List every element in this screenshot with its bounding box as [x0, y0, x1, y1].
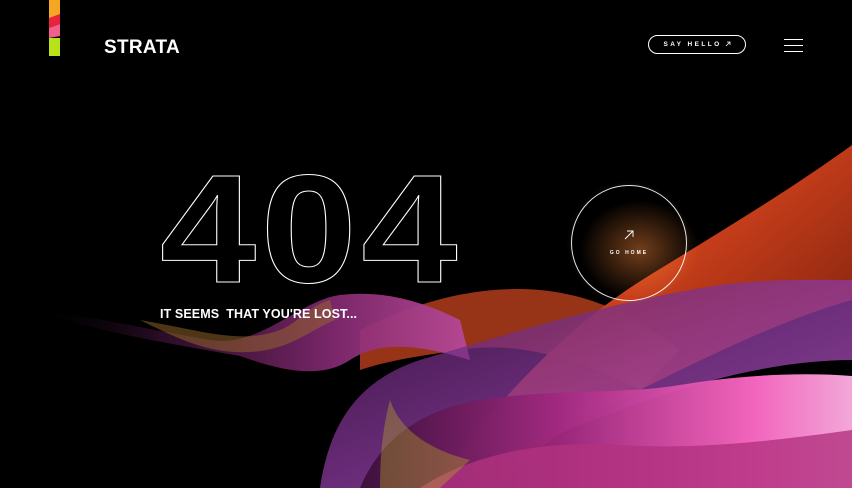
say-hello-button[interactable]: SAY HELLO [648, 35, 746, 54]
error-code-outline: 404 [160, 143, 462, 301]
arrow-up-right-icon [725, 41, 731, 49]
say-hello-label: SAY HELLO [663, 41, 722, 48]
go-home-button[interactable]: GO HOME [571, 185, 687, 301]
error-message: IT SEEMS THAT YOU'RE LOST... [160, 307, 358, 321]
hamburger-menu-icon[interactable] [784, 39, 803, 53]
go-home-label: GO HOME [609, 250, 649, 256]
arrow-up-right-icon [624, 230, 634, 240]
brand-logo-stripes [49, 0, 60, 56]
error-code: 404 [160, 143, 462, 300]
brand-name[interactable]: STRATA [104, 37, 180, 59]
